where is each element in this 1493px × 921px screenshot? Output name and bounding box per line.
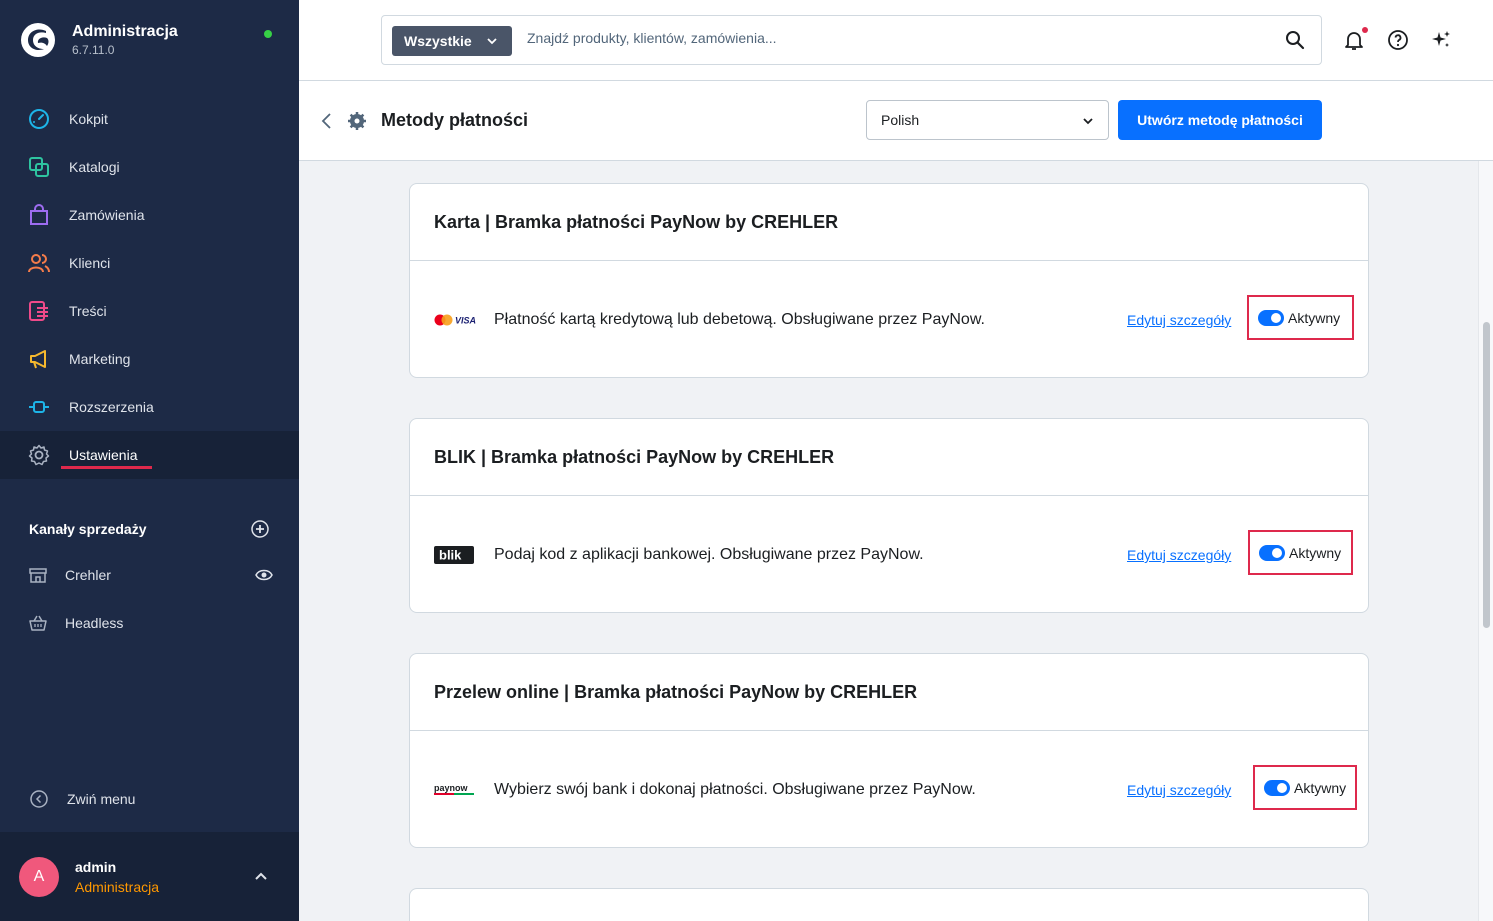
collapse-menu-button[interactable]: Zwiń menu [29,789,135,809]
sidebar-item-dashboard[interactable]: Kokpit [0,95,299,143]
language-select[interactable]: Polish [866,100,1109,140]
status-label: Aktywny [1294,779,1347,796]
collapse-menu-label: Zwiń menu [67,791,136,807]
sidebar-item-marketing[interactable]: Marketing [0,335,299,383]
sales-channels-header: Kanały sprzedaży [29,520,269,538]
blik-logo: blik [434,546,474,564]
plug-icon [28,396,50,418]
status-label: Aktywny [1288,309,1341,326]
payment-method-description: Podaj kod z aplikacji bankowej. Obsługiw… [494,546,924,563]
sales-channel-headless[interactable]: Headless [28,613,273,633]
help-icon[interactable] [1387,29,1409,51]
svg-text:paynow: paynow [434,783,469,793]
main-nav: Kokpit Katalogi Zamówienia Klienci Treśc… [0,95,299,479]
page-title: Metody płatności [381,110,529,130]
eye-icon[interactable] [255,566,273,584]
add-sales-channel-icon[interactable] [251,520,269,538]
basket-icon [28,613,48,633]
shopping-bag-icon [28,204,50,226]
mastercard-visa-logo: VISA [434,311,476,329]
settings-gear-icon [348,112,366,130]
payment-method-description: Wybierz swój bank i dokonaj płatności. O… [494,781,976,798]
sidebar-item-content[interactable]: Treści [0,287,299,335]
sales-channels-title: Kanały sprzedaży [29,521,147,537]
chevron-down-icon [487,38,497,45]
app-version: 6.7.11.0 [72,43,115,57]
sidebar-item-label: Ustawienia [69,447,138,463]
edit-details-link[interactable]: Edytuj szczegóły [1127,782,1231,798]
sidebar-item-label: Kokpit [69,111,108,127]
shopware-logo-icon [21,23,55,57]
user-role: Administracja [75,879,160,895]
edit-details-link[interactable]: Edytuj szczegóły [1127,547,1231,563]
brand[interactable]: Administracja 6.7.11.0 [20,22,178,58]
user-name: admin [75,859,117,875]
sales-channel-label: Crehler [65,567,111,583]
app-title: Administracja [72,23,178,40]
toggle-switch[interactable] [1259,544,1285,561]
payment-method-title: Przelew online | Bramka płatności PayNow… [410,654,1368,731]
payment-method-title: Karta | Bramka płatności PayNow by CREHL… [410,184,1368,261]
sidebar-item-settings[interactable]: Ustawienia [0,431,299,479]
user-menu[interactable]: A admin Administracja [0,832,299,921]
global-search: Wszystkie [381,15,1322,65]
toggle-switch[interactable] [1264,779,1290,796]
svg-text:VISA: VISA [455,316,476,326]
payment-method-card: Przelew online | Bramka płatności PayNow… [409,653,1369,848]
gear-icon [28,444,50,466]
search-type-dropdown[interactable]: Wszystkie [392,26,512,56]
chevron-up-icon[interactable] [253,869,269,885]
payment-method-card: BLIK | Bramka płatności PayNow by CREHLE… [409,418,1369,613]
content-icon [28,300,50,322]
status-label: Aktywny [1289,544,1342,561]
sidebar-item-orders[interactable]: Zamówienia [0,191,299,239]
chevron-left-circle-icon [30,790,48,808]
sidebar-item-label: Klienci [69,255,111,271]
sidebar-item-label: Treści [69,303,107,319]
storefront-icon [28,565,48,585]
active-item-underline [61,466,152,469]
bell-icon[interactable] [1343,29,1365,51]
chevron-down-icon [1083,118,1093,125]
search-type-label: Wszystkie [404,33,472,49]
catalog-icon [28,156,50,178]
top-bar: Wszystkie [299,0,1493,81]
active-toggle[interactable]: Aktywny [1247,295,1354,340]
sidebar-item-customers[interactable]: Klienci [0,239,299,287]
sparkles-icon[interactable] [1430,29,1452,51]
sidebar-item-label: Katalogi [69,159,120,175]
edit-details-link[interactable]: Edytuj szczegóły [1127,312,1231,328]
users-icon [28,252,50,274]
sales-channel-crehler[interactable]: Crehler [28,565,273,585]
search-icon[interactable] [1285,30,1305,50]
sidebar-item-catalogs[interactable]: Katalogi [0,143,299,191]
active-toggle[interactable]: Aktywny [1253,765,1357,810]
svg-text:blik: blik [439,548,462,563]
online-status-dot [264,30,272,38]
payment-method-title: BLIK | Bramka płatności PayNow by CREHLE… [410,419,1368,496]
sales-channel-label: Headless [65,615,124,631]
toggle-switch[interactable] [1258,309,1284,326]
avatar: A [19,857,59,897]
megaphone-icon [28,348,50,370]
create-payment-method-button[interactable]: Utwórz metodę płatności [1118,100,1322,140]
sidebar: Administracja 6.7.11.0 Kokpit Katalogi Z… [0,0,299,921]
page-header: Metody płatności Polish Utwórz metodę pł… [299,81,1493,161]
back-arrow-icon[interactable] [319,111,335,131]
active-toggle[interactable]: Aktywny [1248,530,1353,575]
payment-method-card: Karta | Bramka płatności PayNow by CREHL… [409,183,1369,378]
payment-method-description: Płatność kartą kredytową lub debetową. O… [494,311,985,328]
language-select-value: Polish [881,112,920,128]
sidebar-item-label: Marketing [69,351,131,367]
sidebar-item-label: Zamówienia [69,207,145,223]
notification-badge [1362,27,1368,33]
sidebar-item-extensions[interactable]: Rozszerzenia [0,383,299,431]
paynow-logo: paynow [434,781,476,799]
search-input[interactable] [527,30,1227,46]
payment-method-card-partial [409,888,1369,921]
sidebar-item-label: Rozszerzenia [69,399,154,415]
scrollbar-thumb[interactable] [1483,322,1490,628]
dashboard-icon [28,108,50,130]
